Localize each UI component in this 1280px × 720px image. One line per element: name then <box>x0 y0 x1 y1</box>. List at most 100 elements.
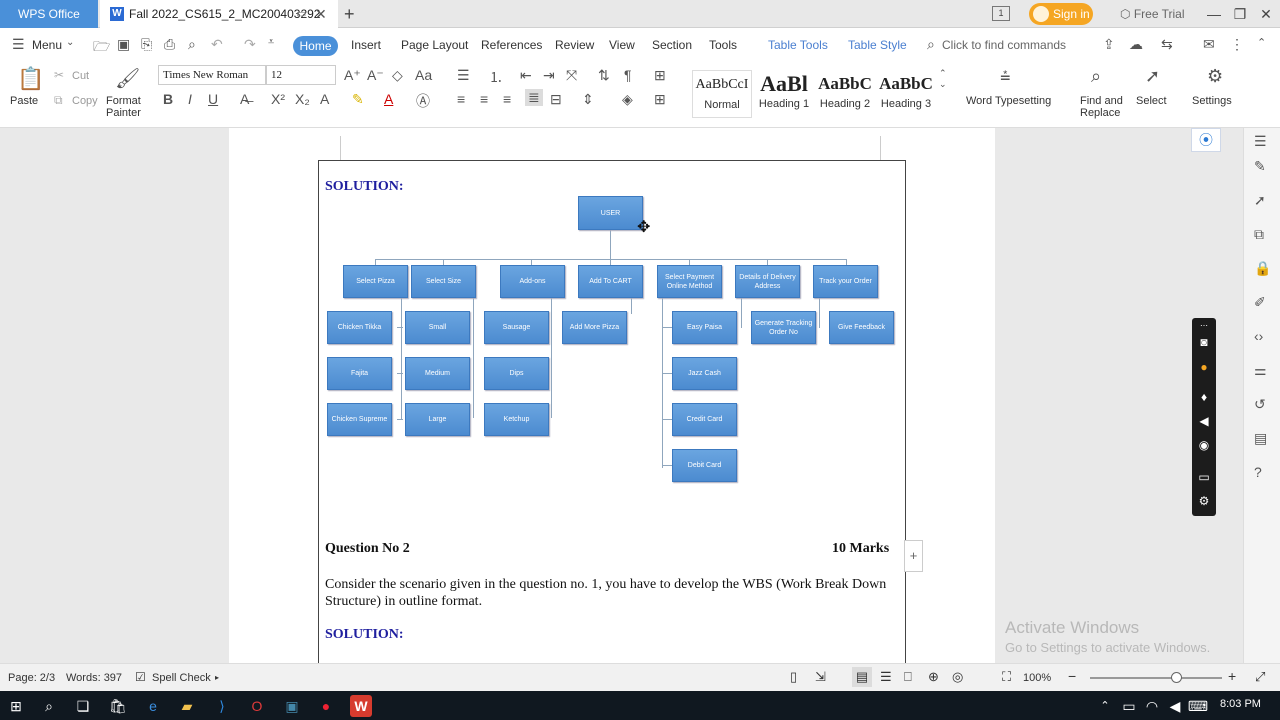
italic-icon[interactable]: I <box>188 91 192 107</box>
cursor-select-icon[interactable]: ➚ <box>1145 66 1160 87</box>
pen-icon[interactable]: ✎ <box>1254 158 1266 175</box>
lock-icon[interactable]: 🔒 <box>1254 260 1271 277</box>
code-icon[interactable]: ‹› <box>1254 328 1263 344</box>
node-easy-paisa[interactable]: Easy Paisa <box>672 311 737 344</box>
free-trial-button[interactable]: ⬡ Free Trial <box>1120 0 1185 28</box>
scissors-icon[interactable]: ✂ <box>54 68 64 82</box>
node-give-feedback[interactable]: Give Feedback <box>829 311 894 344</box>
menu-button[interactable]: Menu <box>32 38 62 52</box>
status-more-icon[interactable]: ▸ <box>215 673 219 682</box>
volume-icon[interactable]: ◀ <box>1164 695 1186 717</box>
node-select-pizza[interactable]: Select Pizza <box>343 265 408 298</box>
task-view-icon[interactable]: ❏ <box>72 695 94 717</box>
command-search[interactable]: Click to find commands <box>942 38 1066 52</box>
book-view-icon[interactable]: ⎕ <box>904 669 912 685</box>
node-track-order[interactable]: Track your Order <box>813 265 878 298</box>
change-case-icon[interactable]: Aa <box>415 67 432 83</box>
more-icon[interactable]: ⋮ <box>1230 36 1244 53</box>
recorder-app-icon[interactable]: ● <box>315 695 337 717</box>
wps-app-icon[interactable]: W <box>350 695 372 717</box>
wifi-icon[interactable]: ◠ <box>1141 695 1163 717</box>
tab-insert[interactable]: Insert <box>351 38 381 52</box>
align-left-icon[interactable]: ≡ <box>457 91 465 107</box>
node-add-to-cart[interactable]: Add To CART <box>578 265 643 298</box>
align-right-icon[interactable]: ≡ <box>503 91 511 107</box>
add-row-icon[interactable]: + <box>904 540 923 572</box>
word-typesetting-button[interactable]: Word Typesetting <box>966 95 1051 107</box>
justify-icon[interactable]: ≣ <box>525 89 543 106</box>
tab-references[interactable]: References <box>481 38 542 52</box>
eye-protection-icon[interactable]: ◎ <box>952 669 963 685</box>
cut-button[interactable]: Cut <box>72 70 89 82</box>
underline-icon[interactable]: U <box>208 91 218 107</box>
zoom-slider-track[interactable] <box>1090 677 1222 679</box>
node-medium[interactable]: Medium <box>405 357 470 390</box>
text-direction-icon[interactable]: ⤧ <box>566 67 577 84</box>
tab-page-layout[interactable]: Page Layout <box>401 38 468 52</box>
wps-office-tab[interactable]: WPS Office <box>0 0 98 28</box>
collapse-ribbon-icon[interactable]: ⌃ <box>1257 36 1266 49</box>
comment-icon[interactable]: ✉ <box>1203 36 1215 53</box>
zoom-level[interactable]: 100% <box>1023 672 1051 684</box>
windows-start-icon[interactable]: ⊞ <box>5 695 27 717</box>
open-folder-icon[interactable]: 🗁 <box>93 36 110 60</box>
restore-icon[interactable]: ❐ <box>1226 0 1254 28</box>
print-preview-icon[interactable]: ⌕ <box>188 36 196 53</box>
location-pin-icon[interactable]: ⦿ <box>1191 128 1221 152</box>
node-ketchup[interactable]: Ketchup <box>484 403 549 436</box>
node-tracking-order[interactable]: Generate Tracking Order No <box>751 311 816 344</box>
node-large[interactable]: Large <box>405 403 470 436</box>
node-sausage[interactable]: Sausage <box>484 311 549 344</box>
edge-icon[interactable]: e <box>142 695 164 717</box>
node-delivery-address[interactable]: Details of Delivery Address <box>735 265 800 298</box>
vscode-icon[interactable]: ⟩ <box>211 695 233 717</box>
style-heading-3[interactable]: AaBbC Heading 3 <box>876 70 936 118</box>
history-icon[interactable]: ↺ <box>1254 396 1266 413</box>
node-small[interactable]: Small <box>405 311 470 344</box>
font-name-select[interactable]: Times New Roman <box>158 65 266 85</box>
recorder-menu-icon[interactable]: ⋯ <box>1197 321 1211 330</box>
align-center-icon[interactable]: ≡ <box>480 91 488 107</box>
node-select-size[interactable]: Select Size <box>411 265 476 298</box>
node-add-ons[interactable]: Add-ons <box>500 265 565 298</box>
taskbar-search-icon[interactable]: ⌕ <box>38 695 60 717</box>
zoom-slider-thumb[interactable] <box>1170 672 1182 683</box>
format-painter-button[interactable]: Format Painter <box>106 95 146 119</box>
save-icon[interactable]: ▣ <box>117 36 130 53</box>
pointer-icon[interactable]: ➚ <box>1254 192 1266 209</box>
style-heading-2[interactable]: AaBbC Heading 2 <box>815 70 875 118</box>
subscript-icon[interactable]: X₂ <box>295 91 310 107</box>
copy-icon[interactable]: ⧉ <box>54 93 63 108</box>
settings-button[interactable]: Settings <box>1192 95 1232 107</box>
copy-button[interactable]: Copy <box>72 95 98 107</box>
new-tab-button[interactable]: + <box>344 0 355 28</box>
store-icon[interactable]: 🛍 <box>107 695 129 717</box>
export-pdf-icon[interactable]: ⎘ <box>141 36 152 53</box>
sync-icon[interactable]: ⇆ <box>1161 36 1173 53</box>
style-normal[interactable]: AaBbCcI Normal <box>692 70 752 118</box>
sidebar-collapse-icon[interactable]: ☰ <box>1254 133 1267 150</box>
redo-icon[interactable]: ↷ <box>244 36 256 53</box>
show-marks-icon[interactable]: ¶ <box>624 67 632 83</box>
print-layout-icon[interactable]: ▤ <box>852 667 872 687</box>
sort-icon[interactable]: ⇅ <box>598 67 610 84</box>
tab-table-tools[interactable]: Table Tools <box>768 38 828 52</box>
hamburger-icon[interactable]: ☰ <box>12 36 25 53</box>
node-jazz-cash[interactable]: Jazz Cash <box>672 357 737 390</box>
chevron-down-icon[interactable]: ⌄ <box>66 37 74 48</box>
node-dips[interactable]: Dips <box>484 357 549 390</box>
recorder-settings-icon[interactable]: ⚙ <box>1197 494 1211 508</box>
text-effect-icon[interactable]: A <box>320 91 329 107</box>
minimize-icon[interactable]: — <box>1200 0 1228 28</box>
highlight-icon[interactable]: ✎ <box>352 91 364 108</box>
document-tab[interactable]: W Fall 2022_CS615_2_MC200403292 ▭ ✕ <box>100 0 338 28</box>
web-layout-icon[interactable]: ⇲ <box>815 669 826 685</box>
cloud-icon[interactable]: ☁ <box>1129 36 1143 53</box>
format-painter-icon[interactable]: 🖌 <box>115 66 140 91</box>
increase-indent-icon[interactable]: ⇥ <box>543 67 555 84</box>
edit-doc-icon[interactable]: ✐ <box>1254 294 1266 311</box>
share-icon[interactable]: ⇪ <box>1103 36 1115 53</box>
webcam-icon[interactable]: ◉ <box>1197 438 1211 452</box>
find-replace-button[interactable]: Find and Replace <box>1080 95 1130 119</box>
battery-icon[interactable]: ▭ <box>1118 695 1140 717</box>
